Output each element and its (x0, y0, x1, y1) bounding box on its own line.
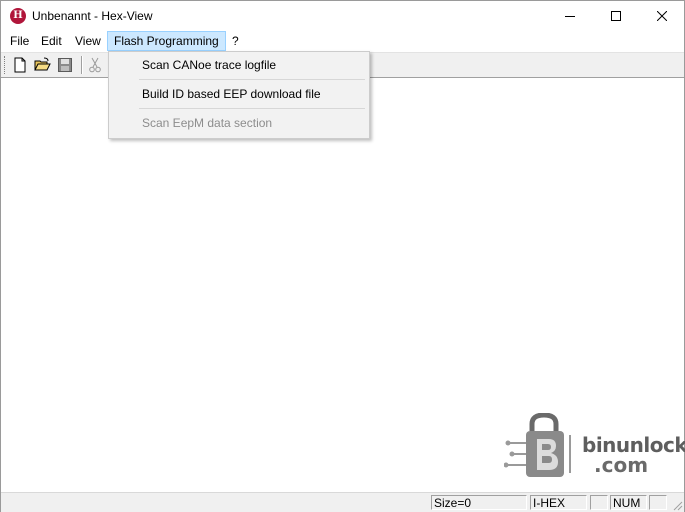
save-icon (58, 58, 72, 72)
cut-button[interactable] (86, 56, 104, 74)
menu-item-scan-canoe-trace[interactable]: Scan CANoe trace logfile (109, 54, 369, 76)
menu-view[interactable]: View (69, 31, 107, 51)
app-window: H Unbenannt - Hex-View File Edit View Fl… (0, 0, 685, 512)
flash-programming-dropdown: Scan CANoe trace logfile Build ID based … (108, 51, 370, 139)
open-folder-icon (34, 57, 51, 71)
status-empty-panel (649, 495, 667, 510)
binunlock-logo-icon (503, 412, 571, 477)
toolbar-separator (81, 56, 83, 74)
menu-help[interactable]: ? (226, 31, 245, 51)
menu-edit[interactable]: Edit (35, 31, 68, 51)
title-bar[interactable]: H Unbenannt - Hex-View (1, 1, 684, 31)
maximize-button[interactable] (593, 1, 639, 31)
binunlock-watermark: binunlock .com (503, 412, 685, 481)
status-size: Size=0 (431, 495, 527, 510)
open-file-button[interactable] (33, 56, 51, 74)
new-file-icon (14, 57, 26, 73)
status-empty-panel (590, 495, 608, 510)
menu-item-scan-eepm-data: Scan EepM data section (142, 116, 273, 130)
resize-grip-icon[interactable] (671, 499, 683, 511)
toolbar-grip[interactable] (4, 56, 8, 74)
menu-flash-programming[interactable]: Flash Programming (107, 31, 226, 51)
status-format: I-HEX (530, 495, 587, 510)
menu-bar: File Edit View Flash Programming ? (1, 31, 684, 51)
minimize-icon (565, 16, 575, 17)
menu-item-build-eep-download[interactable]: Build ID based EEP download file (109, 83, 369, 105)
status-bar: Size=0 I-HEX NUM (1, 492, 684, 512)
watermark-domain: .com (594, 453, 649, 477)
close-button[interactable] (639, 1, 685, 31)
window-title: Unbenannt - Hex-View (32, 9, 153, 23)
watermark-text: binunlock (582, 433, 685, 457)
menu-separator (139, 79, 365, 80)
status-num-lock: NUM (610, 495, 647, 510)
minimize-button[interactable] (547, 1, 593, 31)
menu-separator (139, 108, 365, 109)
new-file-button[interactable] (11, 56, 29, 74)
close-icon (657, 11, 667, 21)
maximize-icon (611, 11, 621, 21)
save-button[interactable] (56, 56, 74, 74)
cut-icon (89, 57, 101, 73)
app-icon[interactable]: H (10, 8, 26, 24)
menu-file[interactable]: File (4, 31, 35, 51)
